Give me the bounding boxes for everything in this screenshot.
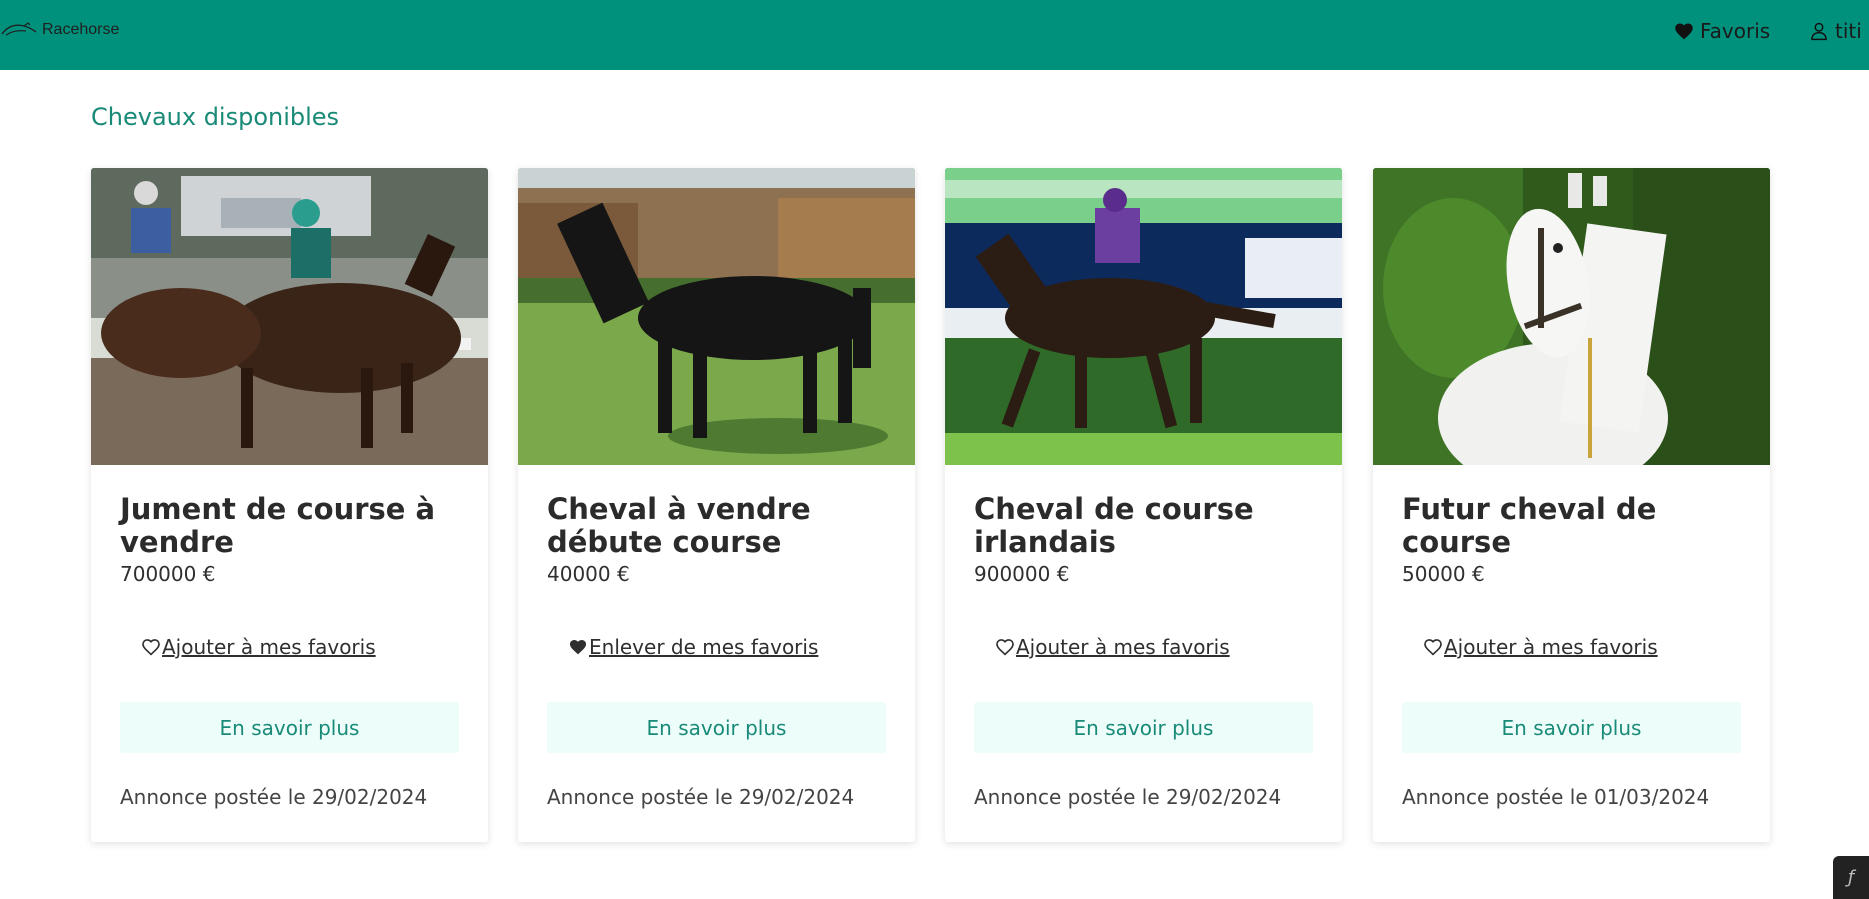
- card-title: Futur cheval de course: [1402, 492, 1657, 559]
- card-title: Cheval de course irlandais: [974, 492, 1254, 559]
- horse-card: Jument de course à vendre 700000 € Ajout…: [91, 168, 488, 842]
- favorite-link-label: Ajouter à mes favoris: [1444, 635, 1658, 659]
- heart-outline-icon: [1424, 639, 1442, 656]
- card-body: Cheval de course irlandais 900000 €: [974, 493, 1314, 588]
- learn-more-button[interactable]: En savoir plus: [974, 702, 1313, 753]
- card-price: 40000 €: [547, 562, 630, 586]
- brand-name: Racehorse: [42, 21, 120, 38]
- horse-card: Cheval à vendre débute course 40000 € En…: [518, 168, 915, 842]
- heart-outline-icon: [142, 639, 160, 656]
- favorite-link-label: Ajouter à mes favoris: [162, 635, 376, 659]
- horse-card: Futur cheval de course 50000 € Ajouter à…: [1373, 168, 1770, 842]
- learn-more-button[interactable]: En savoir plus: [120, 702, 459, 753]
- top-navbar: Racehorse Favoris titi: [0, 0, 1869, 70]
- learn-more-button[interactable]: En savoir plus: [1402, 702, 1741, 753]
- card-price: 900000 €: [974, 562, 1070, 586]
- symfony-logo-icon: ƒ: [1847, 867, 1855, 888]
- symfony-debug-toolbar-toggle[interactable]: ƒ: [1833, 856, 1869, 899]
- card-body: Futur cheval de course 50000 €: [1402, 493, 1742, 588]
- favorite-link-label: Ajouter à mes favoris: [1016, 635, 1230, 659]
- posted-date: Annonce postée le 01/03/2024: [1402, 785, 1710, 809]
- add-to-favorites-link[interactable]: Ajouter à mes favoris: [141, 635, 376, 659]
- horse-card: Cheval de course irlandais 900000 € Ajou…: [945, 168, 1342, 842]
- card-price: 700000 €: [120, 562, 216, 586]
- card-body: Jument de course à vendre 700000 €: [120, 493, 460, 588]
- card-price: 50000 €: [1402, 562, 1485, 586]
- white-horse-portrait-photo[interactable]: [1373, 168, 1770, 465]
- user-icon: [1811, 22, 1827, 41]
- heart-icon: [1675, 23, 1693, 40]
- racehorse-jockey-photo[interactable]: [945, 168, 1342, 465]
- posted-date: Annonce postée le 29/02/2024: [974, 785, 1282, 809]
- card-title: Jument de course à vendre: [120, 492, 436, 559]
- nav-user-link[interactable]: titi: [1809, 16, 1862, 46]
- remove-from-favorites-link[interactable]: Enlever de mes favoris: [568, 635, 818, 659]
- racing-horses-photo[interactable]: [91, 168, 488, 465]
- heart-outline-icon: [996, 639, 1014, 656]
- posted-date: Annonce postée le 29/02/2024: [120, 785, 428, 809]
- brand-link[interactable]: Racehorse: [0, 18, 119, 42]
- heart-icon: [569, 639, 587, 655]
- page-title: Chevaux disponibles: [91, 103, 340, 131]
- posted-date: Annonce postée le 29/02/2024: [547, 785, 855, 809]
- card-body: Cheval à vendre débute course 40000 €: [547, 493, 887, 588]
- card-title: Cheval à vendre débute course: [547, 492, 811, 559]
- favorite-link-label: Enlever de mes favoris: [589, 635, 819, 659]
- add-to-favorites-link[interactable]: Ajouter à mes favoris: [995, 635, 1230, 659]
- nav-favorites-label: Favoris: [1700, 19, 1771, 43]
- add-to-favorites-link[interactable]: Ajouter à mes favoris: [1423, 635, 1658, 659]
- learn-more-button[interactable]: En savoir plus: [547, 702, 886, 753]
- nav-favorites-link[interactable]: Favoris: [1674, 16, 1770, 46]
- nav-user-label: titi: [1835, 19, 1862, 43]
- black-horse-in-field-photo[interactable]: [518, 168, 915, 465]
- horse-logo-icon: [1, 22, 37, 36]
